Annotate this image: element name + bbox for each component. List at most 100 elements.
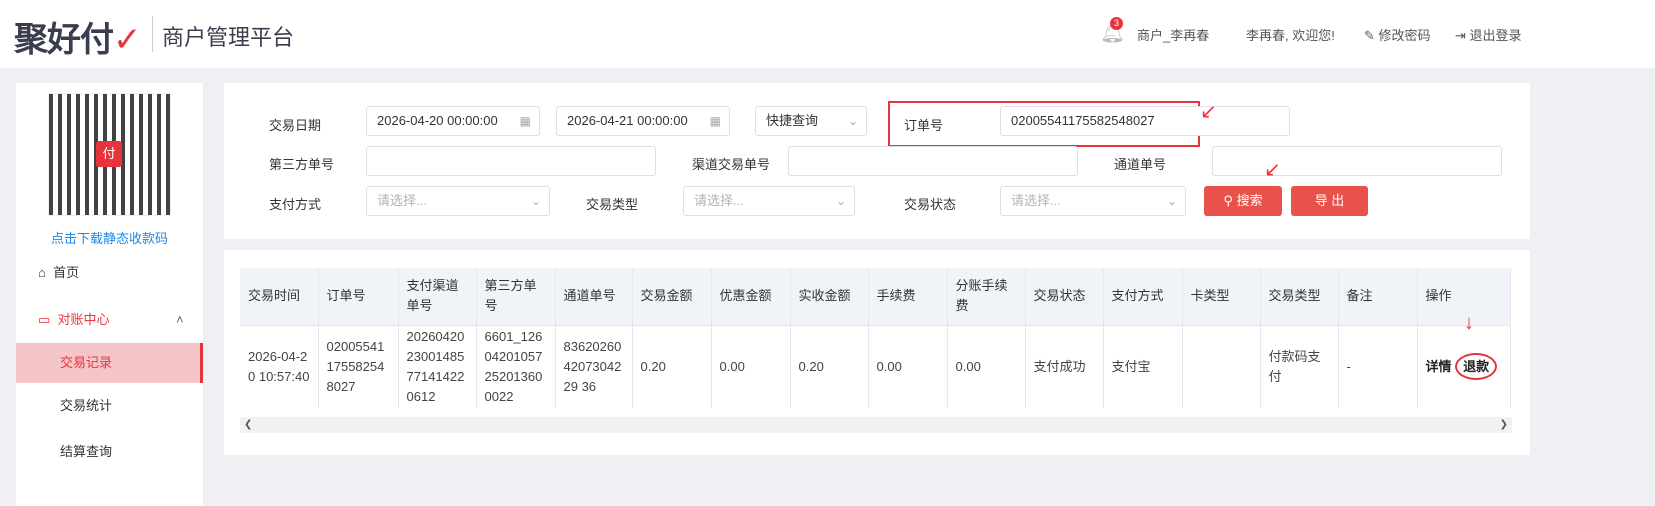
column-header: 支付渠道单号 xyxy=(398,268,477,325)
home-icon: ⌂ xyxy=(38,265,46,280)
search-button[interactable]: ⚲ 搜索 xyxy=(1204,186,1282,216)
notification-badge: 3 xyxy=(1110,17,1123,30)
order-label: 订单号 xyxy=(904,118,944,133)
sidebar-item-home[interactable]: ⌂ 首页 xyxy=(16,253,203,293)
welcome-text: 李再春, 欢迎您! xyxy=(1246,28,1335,43)
chevron-up-icon: ˄ xyxy=(176,312,184,327)
table-cell: 02005541175582548027 xyxy=(318,324,399,408)
filter-panel: 交易日期 2026-04-20 00:00:00 ▦ 2026-04-21 00:… xyxy=(224,83,1530,239)
third-party-label: 第三方单号 xyxy=(269,157,335,172)
date-start-value: 2026-04-20 00:00:00 xyxy=(377,113,498,128)
table-cell: 0.20 xyxy=(790,324,869,408)
sidebar-item-transactions[interactable]: 交易记录 xyxy=(16,343,203,383)
column-header: 分账手续费 xyxy=(947,268,1026,325)
change-password-link[interactable]: ✎ 修改密码 xyxy=(1364,25,1431,44)
date-end-input[interactable]: 2026-04-21 00:00:00 ▦ xyxy=(556,106,730,136)
export-button[interactable]: 导 出 xyxy=(1291,186,1368,216)
table-cell: 支付宝 xyxy=(1103,324,1183,408)
pay-method-select[interactable]: 请选择... ⌄ xyxy=(366,186,550,216)
column-header: 交易时间 xyxy=(240,268,319,325)
scroll-left-icon[interactable]: ❮ xyxy=(244,419,252,430)
refund-link[interactable]: 退款 xyxy=(1455,352,1498,380)
column-header: 交易状态 xyxy=(1025,268,1104,325)
search-label: 搜索 xyxy=(1236,193,1263,208)
chevron-down-icon: ⌄ xyxy=(1166,194,1177,208)
order-input[interactable]: 02005541175582548027 xyxy=(1000,106,1290,136)
change-password-label: 修改密码 xyxy=(1378,28,1431,43)
download-qr-link[interactable]: 点击下载静态收款码 xyxy=(16,228,203,247)
column-header: 通道单号 xyxy=(555,268,633,325)
table-row: 2026-04-20 10:57:40 02005541175582548027 2… xyxy=(240,324,1511,408)
trade-status-label: 交易状态 xyxy=(904,197,957,212)
sidebar-item-settlement[interactable]: 结算查询 xyxy=(16,432,203,472)
placeholder: 请选择... xyxy=(694,193,744,208)
table-cell: 0.20 xyxy=(632,324,712,408)
table-cell: 付款码支付 xyxy=(1260,324,1339,408)
column-header: 交易类型 xyxy=(1260,268,1339,325)
annotation-arrow: ↓ xyxy=(1464,312,1474,334)
placeholder: 请选择... xyxy=(1011,193,1061,208)
table-header-row: 交易时间 订单号 支付渠道单号 第三方单号 通道单号 交易金额 优惠金额 实收金额 手续费 分账手… xyxy=(240,268,1511,325)
nav-label: 对账中心 xyxy=(57,312,110,327)
column-header: 交易金额 xyxy=(632,268,712,325)
quick-query-select[interactable]: 快捷查询 ⌄ xyxy=(755,106,867,136)
calendar-icon: ▦ xyxy=(519,114,531,128)
column-header: 手续费 xyxy=(868,268,948,325)
third-party-input[interactable] xyxy=(366,146,656,176)
horizontal-scrollbar[interactable]: ❮ ❯ xyxy=(240,417,1512,433)
channel-no-label: 通道单号 xyxy=(1114,157,1167,172)
transactions-table: 交易时间 订单号 支付渠道单号 第三方单号 通道单号 交易金额 优惠金额 实收金额 手续费 分账手… xyxy=(240,268,1511,408)
detail-link[interactable]: 详情 xyxy=(1426,359,1452,374)
merchant-name: 商户_李再春 xyxy=(1137,28,1210,43)
scroll-right-icon[interactable]: ❯ xyxy=(1500,419,1508,430)
chevron-down-icon: ⌄ xyxy=(530,194,541,208)
column-header: 卡类型 xyxy=(1182,268,1261,325)
table-panel: 交易时间 订单号 支付渠道单号 第三方单号 通道单号 交易金额 优惠金额 实收金额 手续费 分账手… xyxy=(224,250,1530,455)
table-cell: 2026-04-20 10:57:40 xyxy=(240,324,319,408)
table-cell: 0.00 xyxy=(711,324,791,408)
monitor-icon: ▭ xyxy=(38,312,51,327)
actions-cell: 详情 退款 xyxy=(1417,324,1511,408)
logout-link[interactable]: ⇥ 退出登录 xyxy=(1455,25,1522,44)
qr-logo: 付 xyxy=(96,141,122,167)
channel-trade-input[interactable] xyxy=(788,146,1078,176)
table-cell xyxy=(1182,324,1261,408)
sidebar-item-reconciliation[interactable]: ▭ 对账中心 ˄ xyxy=(16,300,203,340)
column-header: 备注 xyxy=(1338,268,1418,325)
date-start-input[interactable]: 2026-04-20 00:00:00 ▦ xyxy=(366,106,540,136)
sidebar-item-statistics[interactable]: 交易统计 xyxy=(16,386,203,426)
search-icon: ⚲ xyxy=(1223,193,1233,208)
edit-icon: ✎ xyxy=(1364,28,1375,43)
chevron-down-icon: ⌄ xyxy=(835,194,846,208)
order-value: 02005541175582548027 xyxy=(1011,113,1155,128)
quick-query-value: 快捷查询 xyxy=(766,113,819,128)
table-cell: 836202604207304229 36 xyxy=(555,324,633,408)
trade-type-select[interactable]: 请选择... ⌄ xyxy=(683,186,855,216)
column-header: 优惠金额 xyxy=(711,268,791,325)
channel-trade-label: 渠道交易单号 xyxy=(692,157,771,172)
table-cell: 0.00 xyxy=(947,324,1026,408)
sidebar: 付 点击下载静态收款码 ⌂ 首页 ▭ 对账中心 ˄ 交易记录 交易统计 结算查询 xyxy=(16,83,203,506)
logout-label: 退出登录 xyxy=(1469,28,1522,43)
column-header: 实收金额 xyxy=(790,268,869,325)
channel-no-input[interactable] xyxy=(1212,146,1502,176)
date-label: 交易日期 xyxy=(269,118,322,133)
header: 聚好付✓ 商户管理平台 🔔︎ 3 商户_李再春 李再春, 欢迎您! ✎ 修改密码… xyxy=(0,0,1655,68)
annotation-arrow: ↙ xyxy=(1200,101,1217,123)
placeholder: 请选择... xyxy=(377,193,427,208)
table-cell: 支付成功 xyxy=(1025,324,1104,408)
annotation-arrow: ↙ xyxy=(1264,159,1281,181)
table-cell: 202604202300148577141422 0612 xyxy=(398,324,477,408)
trade-status-select[interactable]: 请选择... ⌄ xyxy=(1000,186,1186,216)
column-header: 支付方式 xyxy=(1103,268,1183,325)
divider xyxy=(152,16,153,52)
trade-type-label: 交易类型 xyxy=(586,197,639,212)
column-header: 订单号 xyxy=(318,268,399,325)
table-cell: - xyxy=(1338,324,1418,408)
column-header: 第三方单号 xyxy=(476,268,556,325)
logo: 聚好付✓ xyxy=(14,21,141,59)
pay-method-label: 支付方式 xyxy=(269,197,322,212)
chevron-down-icon: ⌄ xyxy=(847,114,858,128)
table-cell: 0.00 xyxy=(868,324,948,408)
logout-icon: ⇥ xyxy=(1455,28,1466,43)
